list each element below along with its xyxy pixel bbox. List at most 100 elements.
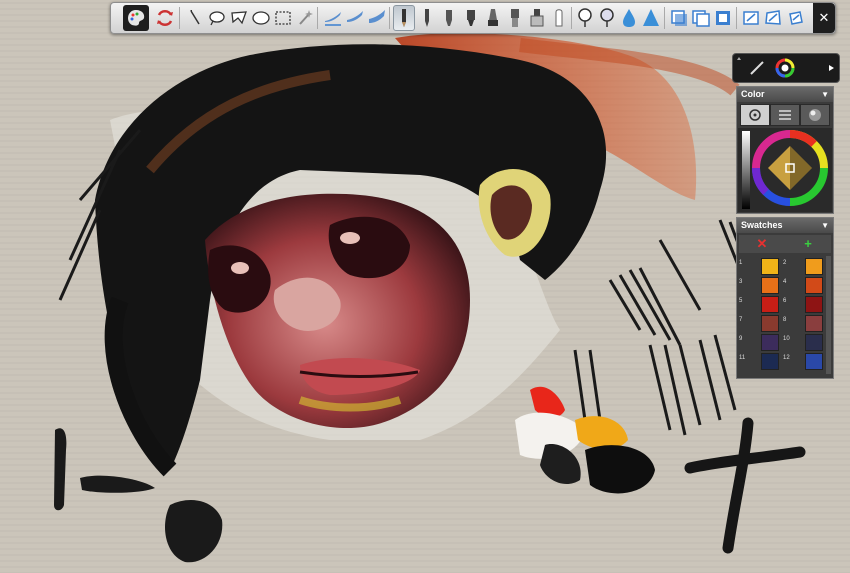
swatch-number: 8 [783, 317, 787, 323]
swatch-number: 10 [783, 336, 790, 342]
swatch-row: 56 [739, 294, 825, 313]
swatch-row: 11 12 [739, 351, 825, 370]
lasso-polygon-icon [231, 11, 247, 25]
swatch-chip[interactable] [761, 315, 779, 332]
fill-tool[interactable] [641, 6, 661, 30]
swatch-scrollbar[interactable] [826, 256, 831, 374]
layer-move-icon [671, 10, 687, 26]
add-icon: + [804, 236, 812, 251]
swatch-chip[interactable] [761, 353, 779, 370]
swatch-chip[interactable] [805, 296, 823, 313]
brush-small-icon [325, 12, 341, 26]
brush-medium-tool[interactable] [345, 6, 365, 30]
paint-roller-tool[interactable] [505, 6, 525, 30]
lasso-pen-tool[interactable] [185, 6, 205, 30]
color-panel-header[interactable]: Color ▼ [737, 87, 833, 102]
swatch-number: 11 [739, 355, 746, 361]
smudge-tool[interactable] [575, 6, 595, 30]
layer-copy-tool[interactable] [691, 6, 711, 30]
transform-distort-tool[interactable] [763, 6, 783, 30]
rect-select-icon [275, 11, 291, 25]
transform-rotate-icon [789, 11, 803, 25]
swatch-chip[interactable] [761, 277, 779, 294]
target-icon [749, 109, 761, 121]
collapse-arrow-icon [737, 57, 741, 60]
swatches-panel-header[interactable]: Swatches ▼ [737, 218, 833, 233]
layer-edit-tool[interactable] [713, 6, 733, 30]
eraser-tool[interactable] [527, 6, 547, 30]
blur-tool[interactable] [597, 6, 617, 30]
ellipse-select-icon [252, 11, 270, 25]
technical-pen-icon [467, 10, 475, 26]
technical-pen-tool[interactable] [461, 6, 481, 30]
water-drop-tool[interactable] [619, 6, 639, 30]
pencil-tool[interactable] [393, 5, 415, 31]
brightness-slider [742, 131, 750, 209]
close-icon: ✕ [818, 10, 830, 25]
swatch-number: 3 [739, 279, 743, 285]
layer-copy-icon [692, 10, 710, 27]
ellipse-select-tool[interactable] [251, 6, 271, 30]
tab-color-wheel[interactable] [740, 104, 770, 126]
brush-small-tool[interactable] [323, 6, 343, 30]
swatch-number: 7 [739, 317, 743, 323]
lasso-freehand-icon [209, 11, 225, 26]
transform-rotate-tool[interactable] [785, 6, 805, 30]
chalk-tool[interactable] [549, 6, 569, 30]
color-wheel-icon[interactable] [775, 58, 795, 78]
swatch-chip[interactable] [805, 315, 823, 332]
swatch-grid: 1 2 3 4 5 6 7 8 9 10 11 12 [739, 256, 825, 370]
palette-icon [128, 10, 145, 26]
brush-color-strip [732, 53, 840, 83]
magic-wand-tool[interactable] [295, 6, 315, 30]
swatch-chip[interactable] [805, 258, 823, 275]
water-drop-icon [623, 9, 635, 27]
lasso-polygon-tool[interactable] [229, 6, 249, 30]
color-panel: Color ▼ [736, 86, 834, 214]
swatch-chip[interactable] [761, 296, 779, 313]
swatch-chip[interactable] [761, 334, 779, 351]
tab-color-sphere[interactable] [800, 104, 830, 126]
swatch-chip[interactable] [805, 353, 823, 370]
smudge-icon [578, 8, 592, 27]
transform-scale-tool[interactable] [741, 6, 761, 30]
brush-large-icon [369, 10, 385, 23]
swatch-number: 5 [739, 298, 743, 304]
brush-medium-icon [347, 11, 363, 22]
layer-move-tool[interactable] [669, 6, 689, 30]
swatch-number: 6 [783, 298, 787, 304]
rect-select-tool[interactable] [273, 6, 293, 30]
painting-canvas[interactable] [0, 0, 850, 573]
transform-scale-icon [743, 11, 759, 25]
swatch-chip[interactable] [805, 334, 823, 351]
color-picker[interactable] [738, 128, 832, 212]
swatch-number: 12 [783, 355, 790, 361]
sliders-icon [779, 110, 791, 120]
add-swatch-button[interactable]: + [785, 235, 831, 253]
palette-button[interactable] [123, 5, 149, 31]
remove-swatch-button[interactable]: ✕ [739, 235, 785, 253]
remove-icon: ✕ [756, 236, 768, 251]
ink-pen-tool[interactable] [417, 6, 437, 30]
close-toolbar-button[interactable]: ✕ [813, 3, 835, 33]
swatch-chip[interactable] [761, 258, 779, 275]
triangle-fill-icon [643, 9, 659, 26]
airbrush-icon [488, 9, 498, 26]
blur-icon [600, 8, 614, 27]
brush-large-tool[interactable] [367, 6, 387, 30]
swatch-number: 2 [783, 260, 787, 266]
lasso-freehand-tool[interactable] [207, 6, 227, 30]
swap-colors-button[interactable] [155, 6, 175, 30]
marker-icon [446, 10, 452, 26]
tab-color-sliders[interactable] [770, 104, 800, 126]
paint-roller-icon [511, 9, 519, 27]
sphere-icon [809, 109, 821, 121]
chevron-down-icon: ▼ [821, 90, 829, 99]
chevron-down-icon: ▼ [821, 221, 829, 230]
swatch-row: 78 [739, 313, 825, 332]
airbrush-tool[interactable] [483, 6, 503, 30]
swatch-chip[interactable] [805, 277, 823, 294]
swatch-row: 34 [739, 275, 825, 294]
swatch-row: 9 10 [739, 332, 825, 351]
marker-tool[interactable] [439, 6, 459, 30]
